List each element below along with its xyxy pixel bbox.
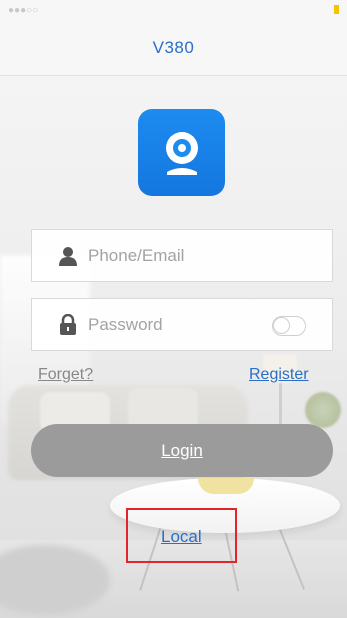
page-title: V380: [152, 37, 195, 57]
battery-indicator: [330, 5, 339, 16]
password-input[interactable]: [88, 314, 288, 335]
signal-icon: ●●●○○: [8, 4, 39, 16]
show-password-toggle[interactable]: [272, 316, 306, 336]
camera-icon: [165, 131, 198, 175]
background-bowl: [198, 478, 254, 494]
phone-email-field[interactable]: [31, 229, 333, 282]
battery-icon: [334, 5, 339, 15]
local-link[interactable]: Local: [161, 527, 202, 547]
forget-password-link[interactable]: Forget?: [38, 366, 93, 384]
lock-icon: [58, 313, 78, 335]
background-plant: [305, 392, 341, 428]
user-icon: [58, 246, 78, 266]
phone-email-input[interactable]: [88, 245, 288, 266]
app-logo: [138, 109, 225, 196]
toggle-knob: [273, 317, 290, 334]
register-link[interactable]: Register: [249, 366, 309, 384]
status-bar: ●●●○○: [0, 0, 347, 20]
nav-bar: V380: [0, 20, 347, 76]
login-button[interactable]: Login: [31, 424, 333, 477]
password-field[interactable]: [31, 298, 333, 351]
